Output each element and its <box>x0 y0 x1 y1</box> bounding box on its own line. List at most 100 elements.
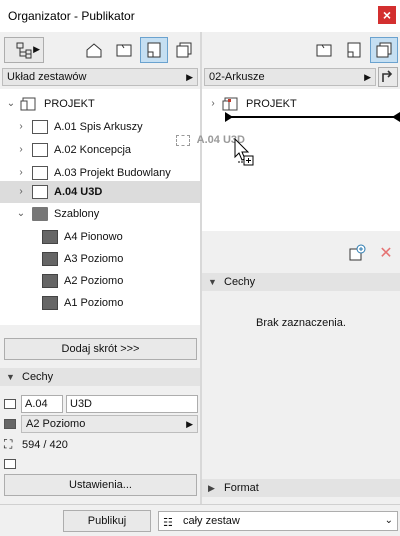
section-title: Cechy <box>22 371 54 383</box>
house-icon <box>86 43 102 58</box>
sheet-icon <box>32 166 48 180</box>
view-mode-dropdown[interactable]: ▶ <box>4 37 44 63</box>
tree-item-label: Szablony <box>54 208 100 220</box>
chevron-right-icon[interactable]: › <box>16 186 26 197</box>
tree-item-project[interactable]: ⌄ PROJEKT <box>0 93 200 115</box>
chevron-right-icon: ▶ <box>33 44 40 54</box>
tree-item-master-a2[interactable]: A2 Poziomo <box>0 270 200 292</box>
sheet-icon <box>32 120 48 134</box>
tree-item-label: A.03 Projekt Budowlany <box>54 167 171 179</box>
publish-scope-select[interactable]: ☷ cały zestaw ⌄ <box>158 511 398 531</box>
tree-item-master-a4[interactable]: A4 Pionowo <box>0 226 200 248</box>
master-layout-icon <box>42 252 58 266</box>
view-map-button[interactable] <box>110 37 138 63</box>
no-selection-text: Brak zaznaczenia. <box>256 317 346 329</box>
publisher-sets-button[interactable] <box>170 37 198 63</box>
chevron-right-icon[interactable]: › <box>16 121 26 132</box>
name-field[interactable]: U3D <box>66 395 198 413</box>
set-combo-right-value: 02-Arkusze <box>209 71 265 83</box>
size-value: 594 / 420 <box>22 439 68 451</box>
tree-item-label: A.01 Spis Arkuszy <box>54 121 143 133</box>
tree-item-label: PROJEKT <box>44 98 95 110</box>
right-format-header[interactable]: ▶ Format <box>202 479 400 497</box>
publisher-icon <box>376 42 392 58</box>
view-icon <box>316 44 332 57</box>
right-view-map-button[interactable] <box>310 37 338 63</box>
tree-item-label: A1 Poziomo <box>64 297 124 309</box>
project-map-button[interactable] <box>80 37 108 63</box>
return-arrow-icon <box>382 70 393 82</box>
chevron-down-icon: ▼ <box>208 277 217 287</box>
layout-size-icon <box>4 459 16 469</box>
master-select-value: A2 Poziomo <box>26 418 86 430</box>
tree-item-masters-folder[interactable]: ⌄ Szablony <box>0 203 200 225</box>
go-up-button[interactable] <box>378 67 398 87</box>
tree-item-master-a1[interactable]: A1 Poziomo <box>0 292 200 314</box>
id-icon <box>4 399 16 409</box>
publish-button[interactable]: Publikuj <box>63 510 151 532</box>
publisher-set-tree[interactable]: › PROJEKT <box>202 89 400 231</box>
right-props-header[interactable]: ▼ Cechy <box>202 273 400 291</box>
sheet-icon <box>176 134 190 146</box>
folder-icon <box>32 207 48 221</box>
tree-item-label: A4 Pionowo <box>64 231 123 243</box>
layout-book-button[interactable] <box>140 37 168 63</box>
id-field[interactable]: A.04 <box>21 395 63 413</box>
drag-cursor-icon <box>234 137 256 171</box>
tree-item-master-a3[interactable]: A3 Poziomo <box>0 248 200 270</box>
set-combo-right[interactable]: 02-Arkusze ▶ <box>204 68 376 86</box>
close-icon: ✕ <box>379 245 393 262</box>
delete-button[interactable]: ✕ <box>372 240 400 266</box>
window-title: Organizator - Publikator <box>8 9 135 23</box>
tree-item-a01[interactable]: › A.01 Spis Arkuszy <box>0 116 200 138</box>
chevron-down-icon: ⌄ <box>384 515 393 526</box>
tree-item-label: A3 Poziomo <box>64 253 124 265</box>
chevron-right-icon[interactable]: › <box>208 98 218 109</box>
chevron-right-icon: ▶ <box>208 483 215 493</box>
master-layout-icon <box>42 296 58 310</box>
drop-insertion-line <box>228 116 400 118</box>
master-layout-icon <box>42 230 58 244</box>
chevron-down-icon[interactable]: ⌄ <box>6 98 16 109</box>
master-layout-icon <box>42 274 58 288</box>
tree-item-project-right[interactable]: › PROJEKT <box>202 93 400 115</box>
new-layout-icon <box>349 244 366 261</box>
book-icon <box>222 97 238 111</box>
tree-item-a04[interactable]: › A.04 U3D <box>0 181 200 203</box>
right-publisher-sets-button[interactable] <box>370 37 398 63</box>
chevron-down-icon: ▼ <box>6 372 15 382</box>
bottom-bar: Publikuj ☷ cały zestaw ⌄ <box>0 504 400 536</box>
chevron-right-icon: ▶ <box>364 72 371 82</box>
sheet-icon <box>32 143 48 157</box>
tree-item-label: PROJEKT <box>246 98 297 110</box>
left-props-header[interactable]: ▼ Cechy <box>0 368 200 386</box>
master-select[interactable]: A2 Poziomo ▶ <box>21 415 198 433</box>
chevron-down-icon[interactable]: ⌄ <box>16 208 26 219</box>
book-icon <box>20 97 36 111</box>
tree-view-icon <box>16 42 32 59</box>
tree-item-a02[interactable]: › A.02 Koncepcja <box>0 139 200 161</box>
tree-item-label: A2 Poziomo <box>64 275 124 287</box>
chevron-right-icon[interactable]: › <box>16 144 26 155</box>
section-title: Format <box>224 482 259 494</box>
right-layout-book-button[interactable] <box>340 37 368 63</box>
section-title: Cechy <box>224 276 256 288</box>
scope-value: cały zestaw <box>183 515 240 527</box>
chevron-right-icon: ▶ <box>186 72 193 82</box>
list-icon: ☷ <box>163 517 173 529</box>
sheet-icon <box>32 185 48 199</box>
master-layout-icon <box>4 419 16 429</box>
add-shortcut-button[interactable]: Dodaj skrót >>> <box>4 338 197 360</box>
close-button[interactable]: × <box>378 6 396 24</box>
set-combo-left[interactable]: Układ zestawów ▶ <box>2 68 198 86</box>
title-bar: Organizator - Publikator × <box>0 0 400 32</box>
size-icon: ⛶ <box>4 437 13 451</box>
new-item-button[interactable] <box>343 240 371 266</box>
chevron-right-icon[interactable]: › <box>16 167 26 178</box>
layout-book-icon <box>147 42 161 58</box>
tree-item-label: A.04 U3D <box>54 186 103 198</box>
settings-button[interactable]: Ustawienia... <box>4 474 197 496</box>
set-combo-left-value: Układ zestawów <box>7 71 87 83</box>
publisher-icon <box>176 42 192 58</box>
layout-book-tree[interactable]: ⌄ PROJEKT › A.01 Spis Arkuszy › A.02 Kon… <box>0 89 200 325</box>
